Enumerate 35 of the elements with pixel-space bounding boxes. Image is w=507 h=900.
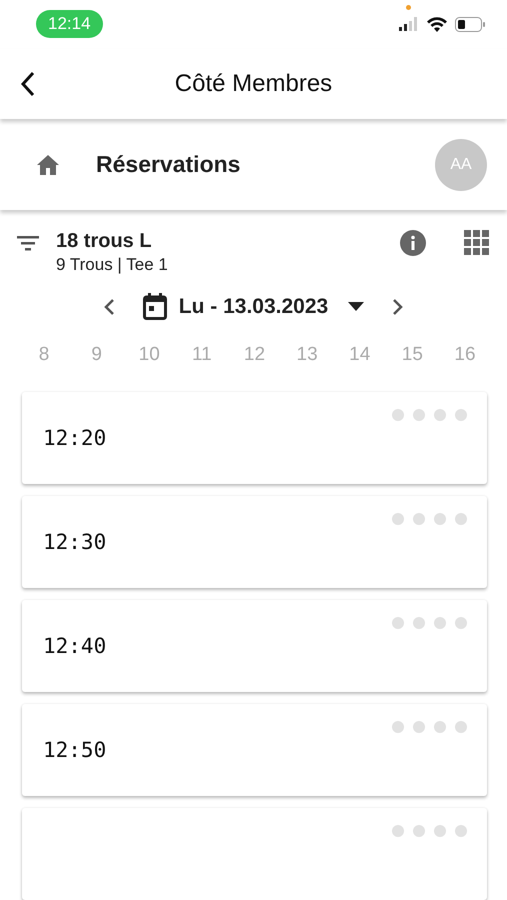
wifi-icon [427, 16, 447, 32]
home-icon[interactable] [36, 154, 60, 176]
course-name: 18 trous L [56, 230, 153, 253]
hour-tab[interactable]: 9 [82, 344, 111, 366]
status-time: 12:14 [36, 10, 103, 38]
tee-time-card[interactable]: 12:20 [22, 392, 487, 484]
tee-time: 12:50 [43, 738, 106, 762]
dropdown-caret-icon [348, 302, 364, 311]
calendar-icon [142, 293, 167, 320]
battery-icon [455, 16, 485, 32]
hour-tab[interactable]: 10 [135, 344, 164, 366]
tee-time: 12:20 [43, 426, 106, 450]
date-picker[interactable]: Lu - 13.03.2023 [142, 293, 364, 320]
tee-time-card[interactable]: 12:30 [22, 496, 487, 588]
app-title: Côté Membres [174, 70, 332, 98]
course-details: 9 Trous | Tee 1 [56, 255, 169, 275]
hour-tab[interactable]: 13 [293, 344, 322, 366]
next-day-button[interactable] [390, 296, 404, 316]
section-title: Réservations [96, 151, 242, 178]
tee-time: 12:40 [43, 634, 106, 658]
hour-tab[interactable]: 12 [240, 344, 268, 366]
grid-view-button[interactable] [464, 230, 489, 255]
privacy-indicator-icon [406, 4, 411, 10]
tee-time-card[interactable]: 12:40 [22, 600, 487, 692]
hour-tab[interactable]: 8 [30, 344, 58, 366]
hour-tab[interactable]: 16 [451, 344, 479, 366]
signal-icon [399, 17, 419, 32]
info-button[interactable] [400, 230, 426, 256]
previous-day-button[interactable] [102, 296, 117, 316]
tee-time: 12:30 [43, 530, 106, 554]
tee-time-card[interactable]: 12:50 [22, 704, 487, 796]
hour-tab[interactable]: 15 [398, 344, 426, 366]
hour-tab[interactable]: 14 [346, 344, 374, 366]
filter-icon[interactable] [16, 234, 40, 252]
hour-tab[interactable]: 11 [188, 344, 216, 366]
